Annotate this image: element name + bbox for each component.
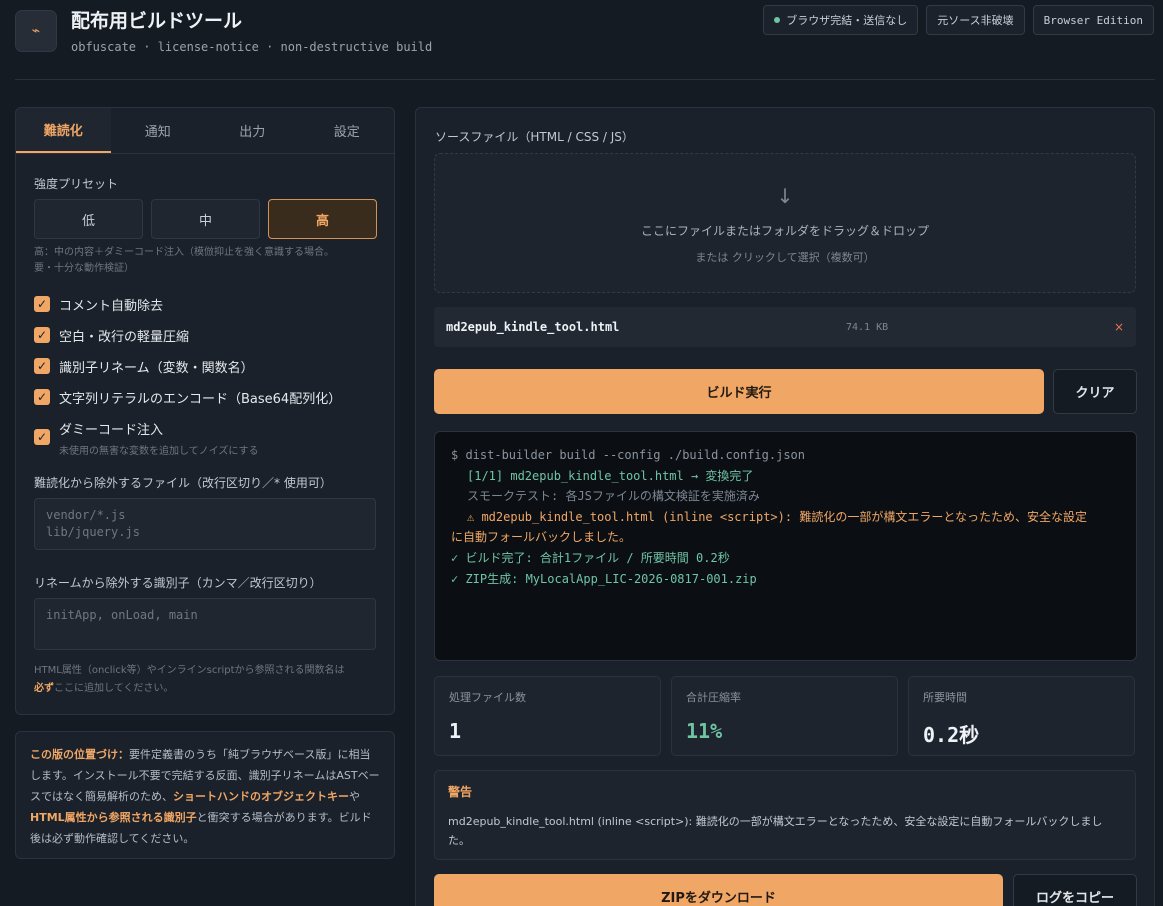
status-dot-icon (774, 17, 781, 23)
option-label: コメント自動除去 (59, 299, 164, 314)
arrow-down-icon: ↓ (776, 184, 794, 208)
checkbox-checked-icon[interactable]: ✓ (34, 327, 50, 343)
option-label: 文字列リテラルのエンコード（Base64配列化） (59, 392, 342, 407)
preset-hint-line: 高：中の内容＋ダミーコード注入（模倣抑止を強く意識する場合。 (34, 247, 334, 258)
checkbox-checked-icon[interactable]: ✓ (34, 296, 50, 312)
settings-panel: 難読化 通知 出力 設定 強度プリセット 低 中 高 高：中の内容＋ダミーコード… (15, 107, 395, 715)
preset-hint: 高：中の内容＋ダミーコード注入（模倣抑止を強く意識する場合。 要・十分な動作検証… (34, 245, 334, 277)
stat-value: 1 (449, 719, 462, 743)
app-subtitle: obfuscate · license-notice · non-destruc… (71, 40, 433, 54)
tab-obfuscate[interactable]: 難読化 (16, 108, 111, 153)
placeholder-line: lib/jquery.js (46, 525, 140, 539)
badge-edition: Browser Edition (1032, 5, 1154, 35)
placeholder-line: initApp, onLoad, main (46, 608, 198, 622)
preset-medium-button[interactable]: 中 (151, 199, 260, 239)
preset-label: 強度プリセット (34, 177, 119, 191)
preset-high-button[interactable]: 高 (268, 199, 377, 239)
checkbox-checked-icon[interactable]: ✓ (34, 389, 50, 405)
checkbox-checked-icon[interactable]: ✓ (34, 429, 50, 445)
build-stats: 処理ファイル数 1 合計圧縮率 11% 所要時間 0.2秒 (434, 676, 1135, 756)
stat-value: 0.2秒 (923, 723, 980, 747)
placeholder-line: vendor/*.js (46, 508, 126, 522)
log-line-warning: ⚠ md2epub_kindle_tool.html (inline <scri… (467, 509, 1087, 524)
option-dummy-code[interactable]: ✓ ダミーコード注入 未使用の無害な変数を追加してノイズにする (34, 419, 259, 457)
badge-label: 元ソース非破壊 (937, 14, 1014, 27)
badge-non-destructive: 元ソース非破壊 (926, 5, 1025, 35)
header-divider (15, 79, 1155, 80)
file-name: md2epub_kindle_tool.html (446, 320, 620, 334)
footnote-emphasis: 必ず (34, 683, 54, 694)
log-line-warning: に自動フォールバックしました。 (451, 530, 632, 545)
build-log-console: $ dist-builder build --config ./build.co… (434, 431, 1137, 661)
footnote-text: ここに追加してください。 (54, 683, 174, 694)
option-label: 空白・改行の軽量圧縮 (59, 330, 190, 345)
app-title: 配布用ビルドツール (71, 10, 243, 32)
warning-text: md2epub_kindle_tool.html (inline <script… (448, 815, 1103, 847)
preset-low-button[interactable]: 低 (34, 199, 143, 239)
stat-label: 合計圧縮率 (686, 691, 741, 704)
stat-duration: 所要時間 0.2秒 (908, 676, 1135, 756)
checkbox-checked-icon[interactable]: ✓ (34, 358, 50, 374)
log-line: $ dist-builder build --config ./build.co… (451, 448, 806, 462)
log-line: [1/1] md2epub_kindle_tool.html → 変換完了 (467, 468, 754, 483)
tab-settings[interactable]: 設定 (300, 108, 395, 153)
option-description: 未使用の無害な変数を追加してノイズにする (59, 446, 259, 457)
file-size: 74.1 KB (845, 321, 889, 333)
settings-tabs: 難読化 通知 出力 設定 (16, 108, 394, 154)
note-emphasis: HTML属性から参照される識別子 (30, 811, 197, 824)
tab-notice[interactable]: 通知 (111, 108, 206, 153)
drop-sub-instruction: または クリックして選択（複数可） (695, 251, 875, 264)
exclude-files-label: 難読化から除外するファイル（改行区切り／* 使用可） (34, 476, 332, 490)
option-strip-comments[interactable]: ✓ コメント自動除去 (34, 295, 163, 314)
footnote-text: HTML属性（onclick等）やインラインscriptから参照される関数名は (34, 665, 345, 676)
stat-file-count: 処理ファイル数 1 (434, 676, 661, 756)
exclude-ids-input[interactable]: initApp, onLoad, main (34, 598, 376, 650)
badge-browser-only: ブラウザ完結・送信なし (763, 5, 919, 35)
badge-label: ブラウザ完結・送信なし (786, 14, 908, 27)
drop-instruction: ここにファイルまたはフォルダをドラッグ＆ドロップ (640, 224, 929, 238)
clear-button[interactable]: クリア (1053, 369, 1137, 414)
preset-group: 低 中 高 (34, 199, 377, 239)
remove-file-icon[interactable]: × (1114, 320, 1124, 334)
wand-icon: ⌁ (31, 23, 41, 39)
edition-note: この版の位置づけ：要件定義書のうち「純ブラウザベース版」に相当します。インストー… (15, 731, 395, 859)
stat-label: 所要時間 (923, 691, 967, 704)
warning-box: 警告 md2epub_kindle_tool.html (inline <scr… (434, 770, 1136, 860)
log-line: スモークテスト: 各JSファイルの構文検証を実施済み (467, 489, 760, 504)
download-zip-button[interactable]: ZIPをダウンロード (434, 874, 1003, 906)
exclude-ids-label: リネームから除外する識別子（カンマ／改行区切り） (34, 576, 322, 590)
exclude-footnote: HTML属性（onclick等）やインラインscriptから参照される関数名は … (34, 662, 376, 698)
tab-output[interactable]: 出力 (205, 108, 300, 153)
build-button[interactable]: ビルド実行 (434, 369, 1044, 414)
note-text: や (349, 790, 360, 803)
option-label: 識別子リネーム（変数・関数名） (59, 361, 254, 376)
file-list-item: md2epub_kindle_tool.html 74.1 KB × (434, 307, 1136, 347)
stat-compression: 合計圧縮率 11% (671, 676, 898, 756)
badge-label: Browser Edition (1043, 13, 1143, 27)
copy-log-button[interactable]: ログをコピー (1013, 874, 1137, 906)
note-emphasis: ショートハンドのオブジェクトキー (173, 790, 349, 803)
stat-label: 処理ファイル数 (449, 691, 526, 704)
option-rename-identifiers[interactable]: ✓ 識別子リネーム（変数・関数名） (34, 357, 254, 376)
note-emphasis: この版の位置づけ： (30, 748, 129, 761)
warning-title: 警告 (448, 785, 473, 799)
option-encode-strings[interactable]: ✓ 文字列リテラルのエンコード（Base64配列化） (34, 388, 341, 407)
file-drop-zone[interactable]: ↓ ここにファイルまたはフォルダをドラッグ＆ドロップ または クリックして選択（… (434, 153, 1136, 293)
build-panel: ソースファイル（HTML / CSS / JS） ↓ ここにファイルまたはフォル… (415, 107, 1155, 906)
log-line-success: ✓ ビルド完了: 合計1ファイル / 所要時間 0.2秒 (451, 550, 730, 565)
preset-hint-line: 要・十分な動作検証） (34, 263, 134, 274)
log-line-success: ✓ ZIP生成: MyLocalApp_LIC-2026-0817-001.zi… (451, 571, 757, 586)
app-logo: ⌁ (15, 10, 57, 52)
source-files-label: ソースファイル（HTML / CSS / JS） (435, 130, 634, 144)
option-label: ダミーコード注入 (59, 423, 164, 438)
exclude-files-input[interactable]: vendor/*.js lib/jquery.js (34, 498, 376, 550)
option-minify-whitespace[interactable]: ✓ 空白・改行の軽量圧縮 (34, 326, 189, 345)
header-badges: ブラウザ完結・送信なし 元ソース非破壊 Browser Edition (763, 5, 1154, 35)
stat-value: 11% (686, 719, 723, 743)
